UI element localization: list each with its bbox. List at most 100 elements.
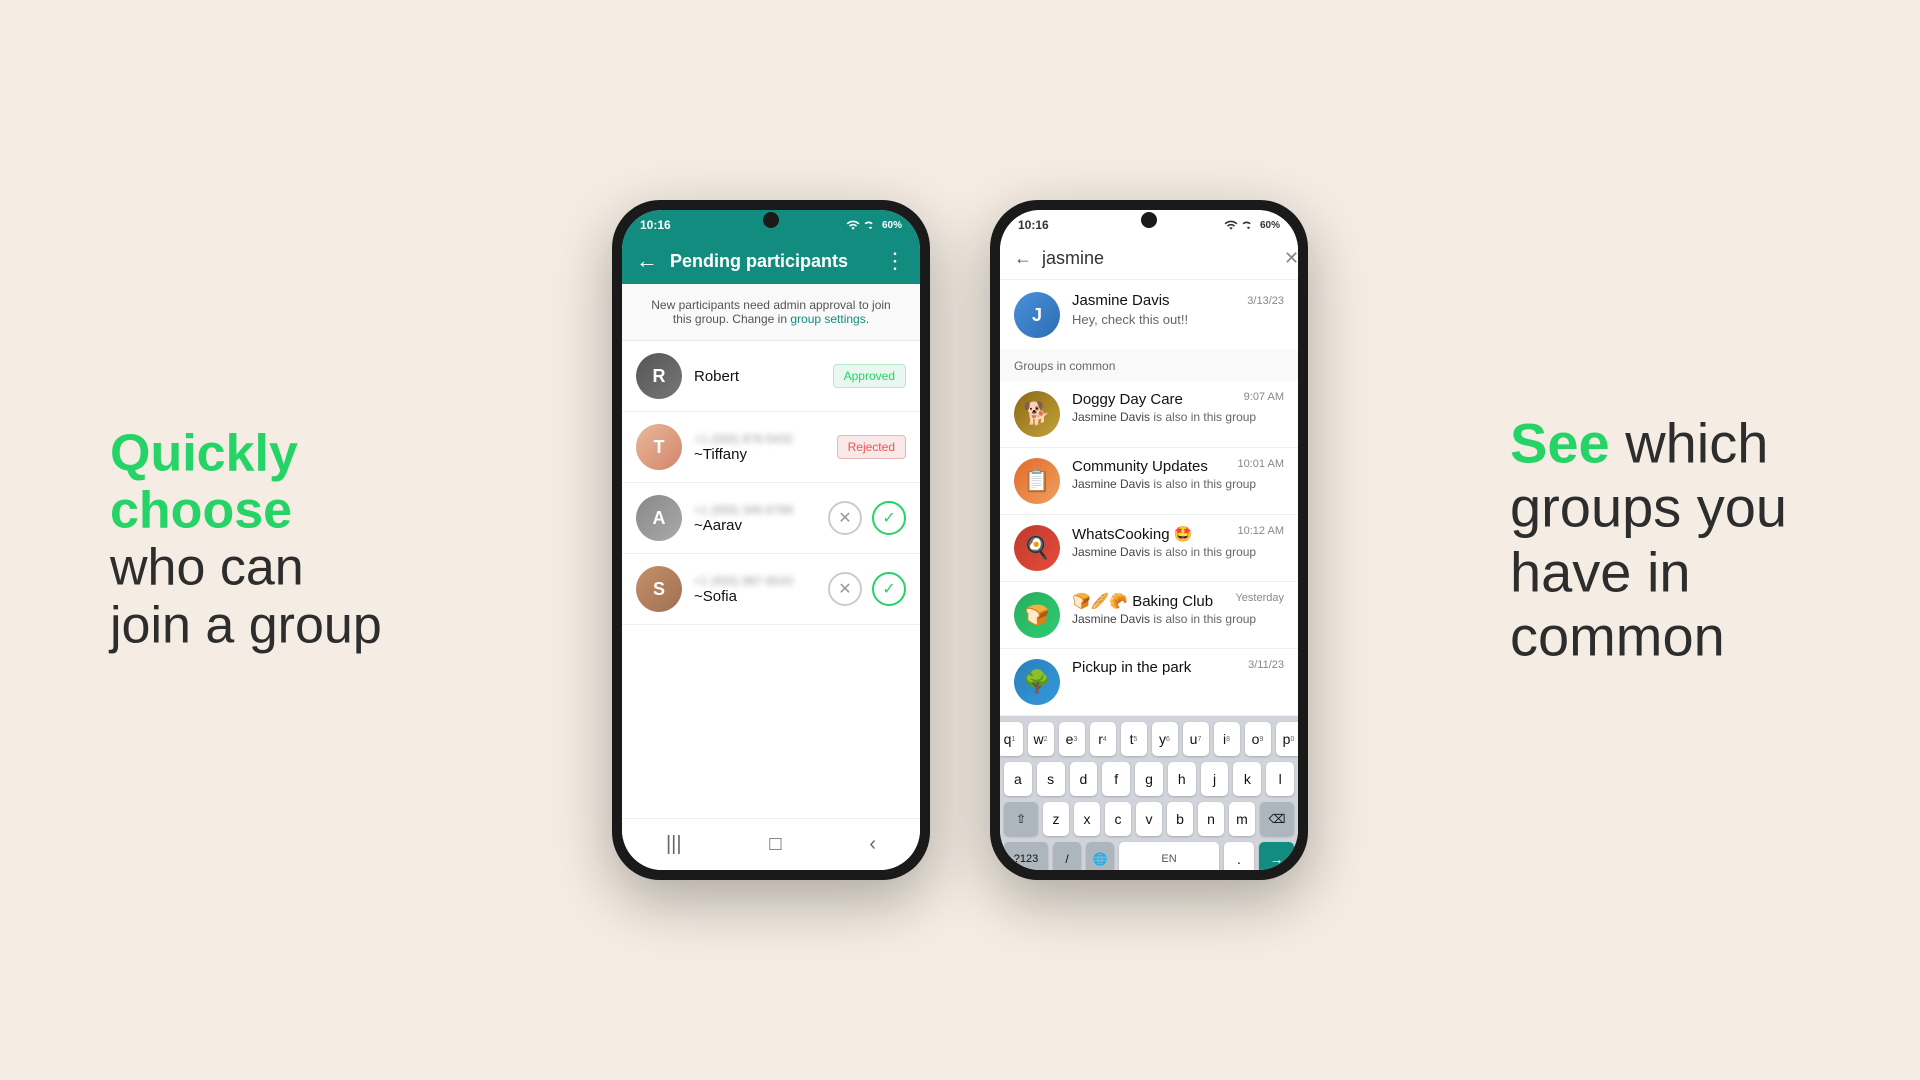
- phone1-nav-recents[interactable]: |||: [666, 833, 682, 856]
- participant-sofia-name: ~Sofia: [694, 588, 816, 605]
- key-z[interactable]: z: [1043, 802, 1069, 836]
- phone2-jasmine-name: Jasmine Davis: [1072, 292, 1170, 309]
- phone1-nav-back[interactable]: ‹: [869, 833, 876, 856]
- participant-aarav: A +1 (555) 345-6789 ~Aarav ✕ ✓: [622, 483, 920, 554]
- participant-tiffany-info: +1 (555) 876-5432 ~Tiffany: [694, 432, 825, 463]
- key-c[interactable]: c: [1105, 802, 1131, 836]
- group-pickup-park[interactable]: 🌳 Pickup in the park 3/11/23: [1000, 649, 1298, 716]
- key-space[interactable]: EN: [1119, 842, 1219, 870]
- key-m[interactable]: m: [1229, 802, 1255, 836]
- key-delete[interactable]: ⌫: [1260, 802, 1294, 836]
- avatar-robert: R: [636, 353, 682, 399]
- group-community-subrest: is also in this group: [1150, 477, 1256, 491]
- group-baking-subtext: Jasmine Davis is also in this group: [1072, 612, 1284, 626]
- group-cooking-subrest: is also in this group: [1150, 545, 1256, 559]
- group-cooking-name: WhatsCooking 🤩: [1072, 525, 1192, 543]
- avatar-group-park: 🌳: [1014, 659, 1060, 705]
- phone1-nav-home[interactable]: □: [769, 833, 781, 856]
- group-doggy-info: Doggy Day Care 9:07 AM Jasmine Davis is …: [1072, 391, 1284, 424]
- key-f[interactable]: f: [1102, 762, 1130, 796]
- key-y[interactable]: y6: [1152, 722, 1178, 756]
- group-park-top: Pickup in the park 3/11/23: [1072, 659, 1284, 676]
- group-community-subname: Jasmine Davis: [1072, 477, 1150, 491]
- sofia-reject-button[interactable]: ✕: [828, 572, 862, 606]
- key-send[interactable]: →: [1259, 842, 1294, 870]
- phone1-more-icon[interactable]: ⋮: [884, 248, 906, 274]
- key-u[interactable]: u7: [1183, 722, 1209, 756]
- key-e[interactable]: e3: [1059, 722, 1085, 756]
- key-a[interactable]: a: [1004, 762, 1032, 796]
- key-g[interactable]: g: [1135, 762, 1163, 796]
- phone2-keyboard: q1 w2 e3 r4 t5 y6 u7 i8 o9 p0 a s: [1000, 716, 1298, 870]
- keyboard-row1: q1 w2 e3 r4 t5 y6 u7 i8 o9 p0: [1004, 722, 1294, 756]
- participant-aarav-info: +1 (555) 345-6789 ~Aarav: [694, 503, 816, 534]
- group-park-time: 3/11/23: [1248, 659, 1284, 676]
- key-h[interactable]: h: [1168, 762, 1196, 796]
- group-doggy-day-care[interactable]: 🐕 Doggy Day Care 9:07 AM Jasmine Davis i…: [1000, 381, 1298, 448]
- left-highlight-text: Quickly choose: [110, 426, 390, 540]
- phone1-battery: 60%: [882, 220, 902, 231]
- group-doggy-top: Doggy Day Care 9:07 AM: [1072, 391, 1284, 408]
- phone2-battery: 60%: [1260, 220, 1280, 231]
- key-k[interactable]: k: [1233, 762, 1261, 796]
- group-doggy-time: 9:07 AM: [1244, 391, 1284, 408]
- avatar-aarav: A: [636, 495, 682, 541]
- phone2-groups-list: 🐕 Doggy Day Care 9:07 AM Jasmine Davis i…: [1000, 381, 1298, 716]
- key-d[interactable]: d: [1070, 762, 1098, 796]
- group-baking-subname: Jasmine Davis: [1072, 612, 1150, 626]
- aarav-reject-button[interactable]: ✕: [828, 501, 862, 535]
- phone1-back-arrow[interactable]: ←: [636, 248, 658, 274]
- key-w[interactable]: w2: [1028, 722, 1054, 756]
- phone2-search-header: ← ✕: [1000, 238, 1298, 280]
- participant-sofia-phone: +1 (555) 987-6543: [694, 574, 816, 588]
- key-i[interactable]: i8: [1214, 722, 1240, 756]
- key-q[interactable]: q1: [1000, 722, 1023, 756]
- phone1-participants-list: R Robert Approved T +1 (555) 876-5: [622, 341, 920, 818]
- group-park-name: Pickup in the park: [1072, 659, 1191, 676]
- key-n[interactable]: n: [1198, 802, 1224, 836]
- aarav-approve-button[interactable]: ✓: [872, 501, 906, 535]
- phone1-notice-link[interactable]: group settings: [790, 312, 865, 326]
- group-community-subtext: Jasmine Davis is also in this group: [1072, 477, 1284, 491]
- key-x[interactable]: x: [1074, 802, 1100, 836]
- key-shift[interactable]: ⇧: [1004, 802, 1038, 836]
- group-doggy-subtext: Jasmine Davis is also in this group: [1072, 410, 1284, 424]
- sofia-approve-button[interactable]: ✓: [872, 572, 906, 606]
- participant-tiffany-phone: +1 (555) 876-5432: [694, 432, 825, 446]
- group-doggy-name: Doggy Day Care: [1072, 391, 1183, 408]
- group-community-updates[interactable]: 📋 Community Updates 10:01 AM Jasmine Dav…: [1000, 448, 1298, 515]
- key-l[interactable]: l: [1266, 762, 1294, 796]
- phone1-notice: New participants need admin approval to …: [622, 284, 920, 341]
- group-baking-club[interactable]: 🍞 🍞🥖🥐 Baking Club Yesterday Jasmine Davi…: [1000, 582, 1298, 649]
- participant-robert-badge: Approved: [833, 364, 906, 388]
- key-p[interactable]: p0: [1276, 722, 1299, 756]
- key-special-chars[interactable]: ?123: [1004, 842, 1048, 870]
- key-globe[interactable]: 🌐: [1086, 842, 1114, 870]
- key-slash[interactable]: /: [1053, 842, 1081, 870]
- key-period[interactable]: .: [1224, 842, 1254, 870]
- phone2-search-input[interactable]: [1042, 248, 1274, 269]
- signal-icon: [864, 218, 878, 232]
- phone2-clear-icon[interactable]: ✕: [1284, 248, 1298, 269]
- wifi-icon: [846, 218, 860, 232]
- phone1-time: 10:16: [640, 218, 671, 232]
- key-s[interactable]: s: [1037, 762, 1065, 796]
- phone2-back-arrow[interactable]: ←: [1014, 248, 1032, 269]
- participant-aarav-phone: +1 (555) 345-6789: [694, 503, 816, 517]
- phone2-notch: [1141, 212, 1157, 228]
- phone2-wifi-icon: [1224, 218, 1238, 232]
- group-baking-subrest: is also in this group: [1150, 612, 1256, 626]
- participant-aarav-actions: ✕ ✓: [828, 501, 906, 535]
- group-cooking-time: 10:12 AM: [1238, 525, 1284, 543]
- key-t[interactable]: t5: [1121, 722, 1147, 756]
- avatar-group-baking: 🍞: [1014, 592, 1060, 638]
- phone2-jasmine-chat[interactable]: J Jasmine Davis 3/13/23 Hey, check this …: [1000, 280, 1298, 351]
- group-whatscooking[interactable]: 🍳 WhatsCooking 🤩 10:12 AM Jasmine Davis …: [1000, 515, 1298, 582]
- key-o[interactable]: o9: [1245, 722, 1271, 756]
- key-j[interactable]: j: [1201, 762, 1229, 796]
- group-doggy-subrest: is also in this group: [1150, 410, 1256, 424]
- key-v[interactable]: v: [1136, 802, 1162, 836]
- phone1-notch: [763, 212, 779, 228]
- key-b[interactable]: b: [1167, 802, 1193, 836]
- key-r[interactable]: r4: [1090, 722, 1116, 756]
